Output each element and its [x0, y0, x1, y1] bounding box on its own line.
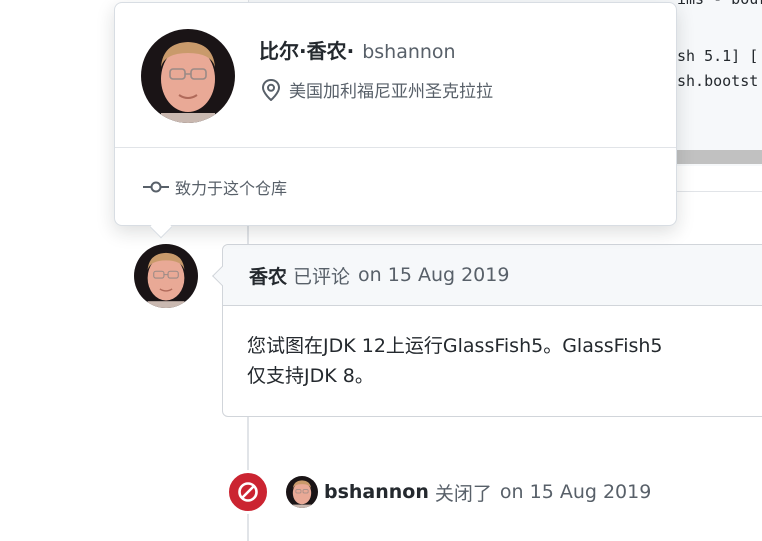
hovercard-avatar[interactable]	[141, 29, 235, 123]
hovercard-contribution-text: 致力于这个仓库	[175, 179, 288, 198]
closed-event: bshannon 关闭了 on 15 Aug 2019	[286, 476, 651, 508]
location-pin-icon	[261, 78, 281, 101]
avatar-image-icon	[286, 476, 318, 508]
hovercard-login[interactable]: bshannon	[362, 41, 455, 63]
comment-body-line: 仅支持JDK 8。	[247, 365, 374, 387]
circle-slash-icon	[238, 482, 258, 502]
code-line: sh 5.1] [	[677, 47, 759, 65]
code-line: sh.bootst	[677, 72, 759, 90]
comment-action: 已评论	[293, 265, 351, 288]
comment-box: 香农 已评论 on 15 Aug 2019 您试图在JDK 12上运行Glass…	[212, 244, 762, 417]
hovercard-contribution: 致力于这个仓库	[143, 175, 287, 199]
hovercard-name-row: 比尔·香农· bshannon	[259, 35, 456, 64]
event-login[interactable]: bshannon	[324, 481, 429, 503]
comment-body-line: 您试图在JDK 12上运行GlassFish5。GlassFish5	[247, 335, 663, 357]
event-avatar[interactable]	[286, 476, 318, 508]
user-hovercard: 比尔·香农· bshannon 美国加利福尼亚州圣克拉拉 致力于这个仓库	[114, 2, 677, 226]
avatar-image-icon	[134, 244, 198, 308]
comment-timestamp[interactable]: on 15 Aug 2019	[358, 264, 509, 286]
hovercard-divider	[115, 147, 676, 148]
comment-avatar[interactable]	[134, 244, 198, 308]
code-line: ims - bour	[677, 0, 762, 8]
hovercard-location: 美国加利福尼亚州圣克拉拉	[261, 77, 493, 102]
hovercard-location-text: 美国加利福尼亚州圣克拉拉	[289, 82, 493, 102]
comment-author[interactable]: 香农	[249, 262, 287, 289]
event-timestamp[interactable]: on 15 Aug 2019	[500, 481, 651, 503]
comment-header: 香农 已评论 on 15 Aug 2019	[223, 245, 762, 306]
event-action: 关闭了	[434, 482, 492, 505]
hovercard-display-name[interactable]: 比尔·香农·	[259, 39, 354, 63]
avatar-image-icon	[141, 29, 235, 123]
comment-body: 您试图在JDK 12上运行GlassFish5。GlassFish5 仅支持JD…	[247, 331, 727, 391]
commit-icon	[143, 181, 169, 193]
closed-event-badge	[226, 470, 270, 514]
